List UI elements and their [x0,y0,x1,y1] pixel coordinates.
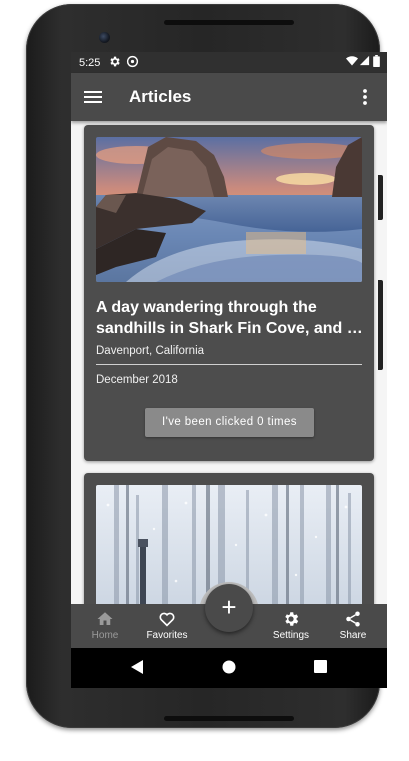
nav-label: Home [91,630,119,641]
recents-square-icon[interactable] [314,660,327,673]
hamburger-menu-icon[interactable] [81,85,105,109]
wifi-icon [346,56,358,66]
back-triangle-icon[interactable] [130,660,144,674]
more-vertical-icon[interactable] [357,85,373,109]
bottom-speaker [164,716,294,721]
nav-item-favorites[interactable]: Favorites [139,604,195,648]
volume-rocker [378,280,383,370]
power-button [378,175,383,220]
article-title-line: sandhills in Shark Fin Cove, and a f... [96,320,366,337]
nav-item-home[interactable]: Home [77,604,133,648]
nav-label: Share [339,630,367,641]
front-camera [99,32,110,43]
gear-icon [110,56,120,67]
add-fab-button[interactable]: + [205,584,253,632]
top-speaker [164,20,294,25]
divider [96,364,362,365]
nav-label: Settings [272,630,310,641]
app-bar: Articles [71,73,387,121]
article-date: December 2018 [96,374,178,386]
status-time: 5:25 [79,57,101,69]
sunset-sea-stacks-photo [96,137,362,282]
home-circle-icon[interactable] [222,660,236,674]
article-location: Davenport, California [96,345,205,357]
sync-icon [126,55,139,68]
article-title[interactable]: A day wandering through the sandhills in… [96,297,366,339]
article-card[interactable]: A day wandering through the sandhills in… [84,125,374,461]
home-icon [97,612,113,625]
nav-label: Favorites [146,630,188,641]
system-navigation-bar [71,648,387,688]
gear-icon [285,612,299,626]
nav-item-share[interactable]: Share [325,604,381,648]
phone-frame: 5:25 Articles A day wandering through th… [26,4,387,728]
click-counter-button[interactable]: I've been clicked 0 times [145,408,314,437]
share-icon [346,611,360,627]
article-list[interactable]: A day wandering through the sandhills in… [71,121,387,604]
heart-icon [159,612,175,627]
phone-screen: 5:25 Articles A day wandering through th… [71,52,387,688]
status-bar: 5:25 [71,52,387,73]
page-title: Articles [129,87,192,106]
signal-icon [359,55,370,66]
nav-item-settings[interactable]: Settings [263,604,319,648]
battery-icon [373,55,380,67]
plus-icon: + [221,592,237,622]
article-title-line: A day wandering through the [96,299,317,316]
